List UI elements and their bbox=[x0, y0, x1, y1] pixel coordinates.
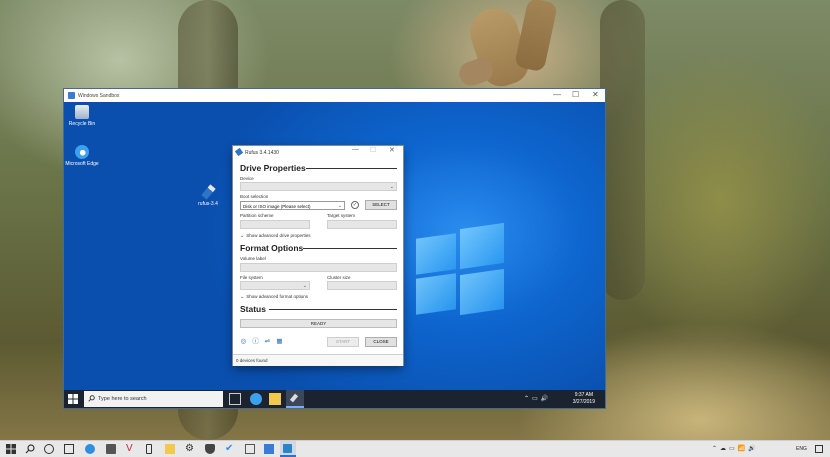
target-system-label: Target system bbox=[327, 213, 356, 218]
settings-icon[interactable]: ⚙ bbox=[185, 444, 195, 454]
phone-icon[interactable] bbox=[146, 444, 152, 454]
desktop-icon-label: Recycle Bin bbox=[68, 121, 96, 127]
sandbox-title-bar[interactable]: Windows Sandbox — ☐ ✕ bbox=[64, 89, 605, 102]
advanced-drive-toggle[interactable]: ⌄ Show advanced drive properties bbox=[240, 233, 311, 239]
checksum-icon[interactable]: ✓ bbox=[351, 201, 359, 209]
file-explorer-icon[interactable] bbox=[269, 393, 281, 405]
sandbox-taskbar-icon[interactable] bbox=[280, 441, 296, 457]
rufus-window: Rufus 3.4.1430 — ☐ ✕ Drive Properties De… bbox=[233, 146, 403, 366]
drive-properties-header: Drive Properties bbox=[240, 163, 306, 173]
close-dialog-button[interactable]: CLOSE bbox=[365, 337, 397, 347]
advanced-format-toggle[interactable]: ⌄ Show advanced format options bbox=[240, 294, 308, 300]
file-system-label: File system bbox=[240, 275, 263, 280]
select-button[interactable]: SELECT bbox=[365, 200, 397, 210]
sandbox-app-icon bbox=[68, 92, 75, 99]
globe-icon[interactable]: ◎ bbox=[240, 338, 247, 345]
desktop-icon-edge[interactable]: Microsoft Edge bbox=[65, 145, 99, 167]
clock-date: 3/27/2019 bbox=[572, 398, 595, 405]
desktop-icon-recycle-bin[interactable]: Recycle Bin bbox=[65, 105, 99, 127]
search-placeholder: Type here to search bbox=[98, 396, 147, 402]
target-system-select[interactable] bbox=[327, 220, 397, 229]
edge-icon[interactable] bbox=[85, 444, 95, 454]
maximize-button[interactable]: ☐ bbox=[572, 90, 579, 99]
todo-icon[interactable]: ✔ bbox=[225, 444, 235, 454]
sandbox-title: Windows Sandbox bbox=[78, 92, 120, 99]
minimize-button[interactable]: — bbox=[352, 146, 359, 153]
chevron-down-icon: ⌄ bbox=[240, 294, 245, 300]
search-icon[interactable] bbox=[25, 444, 35, 454]
system-tray-icons[interactable]: ⌃☁▭📶🔊 bbox=[712, 445, 759, 452]
start-button[interactable]: START bbox=[327, 337, 359, 347]
task-view-icon[interactable] bbox=[64, 444, 74, 454]
info-icon[interactable]: ⓘ bbox=[252, 338, 259, 345]
sandbox-clock[interactable]: 9:37 AM 3/27/2019 bbox=[573, 392, 595, 405]
sandbox-taskbar: Type here to search ⌃▭🔊 9:37 AM 3/27/201… bbox=[64, 390, 605, 408]
file-system-select[interactable]: ⌄ bbox=[240, 281, 310, 290]
giraffe-head bbox=[455, 0, 565, 100]
desktop-icon-label: rufus-3.4 bbox=[198, 201, 218, 207]
chevron-down-icon: ⌄ bbox=[337, 203, 342, 209]
chevron-down-icon: ⌄ bbox=[389, 184, 394, 190]
vivaldi-icon[interactable]: V bbox=[126, 444, 136, 454]
desktop-icon-rufus[interactable]: rufus-3.4 bbox=[191, 184, 225, 207]
divider bbox=[306, 168, 397, 169]
language-indicator[interactable]: ENG bbox=[796, 446, 807, 452]
chevron-down-icon: ⌄ bbox=[302, 283, 307, 289]
boot-selection-select[interactable]: Disk or ISO image (Please select) ⌄ bbox=[240, 201, 345, 210]
boot-selection-label: Boot selection bbox=[240, 194, 269, 199]
progress-bar: READY bbox=[240, 319, 397, 328]
edge-icon bbox=[75, 145, 89, 159]
file-explorer-icon[interactable] bbox=[165, 444, 175, 454]
status-bar: 0 devices found bbox=[233, 354, 403, 366]
usb-drive-icon bbox=[200, 184, 216, 200]
rufus-title-bar[interactable]: Rufus 3.4.1430 — ☐ ✕ bbox=[233, 146, 403, 158]
system-tray-icons[interactable]: ⌃▭🔊 bbox=[524, 395, 551, 402]
chevron-down-icon: ⌄ bbox=[240, 233, 245, 239]
partition-scheme-label: Partition scheme bbox=[240, 213, 274, 218]
cluster-size-label: Cluster size bbox=[327, 275, 351, 280]
host-taskbar: V ⚙ ✔ ⌃☁▭📶🔊 ENG bbox=[0, 440, 830, 457]
device-label: Device bbox=[240, 176, 254, 181]
windows-start-icon[interactable] bbox=[6, 444, 16, 454]
maximize-button[interactable]: ☐ bbox=[370, 146, 376, 154]
security-icon[interactable] bbox=[205, 444, 215, 454]
action-center-icon[interactable] bbox=[815, 445, 823, 453]
device-select[interactable]: ⌄ bbox=[240, 182, 397, 191]
search-icon bbox=[88, 395, 95, 402]
minimize-button[interactable]: — bbox=[553, 90, 561, 99]
photos-icon[interactable] bbox=[264, 444, 274, 454]
partition-scheme-select[interactable] bbox=[240, 220, 310, 229]
log-icon[interactable]: ▦ bbox=[276, 338, 283, 345]
cortana-icon[interactable] bbox=[44, 444, 54, 454]
status-header: Status bbox=[240, 304, 266, 314]
clock-time: 9:37 AM bbox=[574, 392, 594, 398]
windows-logo-wallpaper bbox=[416, 222, 506, 322]
close-button[interactable]: ✕ bbox=[389, 146, 395, 154]
status-bar-text: 0 devices found bbox=[236, 358, 268, 363]
desktop-icon-label: Microsoft Edge bbox=[65, 161, 99, 167]
volume-label-label: Volume label bbox=[240, 256, 266, 261]
settings-icon[interactable]: ⇌ bbox=[264, 338, 271, 345]
mail-icon[interactable] bbox=[245, 444, 255, 454]
format-options-header: Format Options bbox=[240, 243, 304, 253]
store-icon[interactable] bbox=[106, 444, 116, 454]
divider bbox=[303, 248, 397, 249]
recycle-bin-icon bbox=[75, 105, 89, 119]
windows-start-icon[interactable] bbox=[68, 394, 78, 404]
cluster-size-select[interactable] bbox=[327, 281, 397, 290]
usb-drive-icon bbox=[234, 147, 244, 157]
rufus-taskbar-icon[interactable] bbox=[286, 390, 304, 408]
search-box[interactable]: Type here to search bbox=[84, 391, 223, 407]
divider bbox=[269, 309, 397, 310]
task-view-icon[interactable] bbox=[229, 393, 241, 405]
tree-trunk bbox=[600, 0, 645, 300]
rufus-title: Rufus 3.4.1430 bbox=[245, 149, 279, 156]
edge-icon[interactable] bbox=[250, 393, 262, 405]
volume-label-input[interactable] bbox=[240, 263, 397, 272]
close-button[interactable]: ✕ bbox=[592, 90, 599, 99]
